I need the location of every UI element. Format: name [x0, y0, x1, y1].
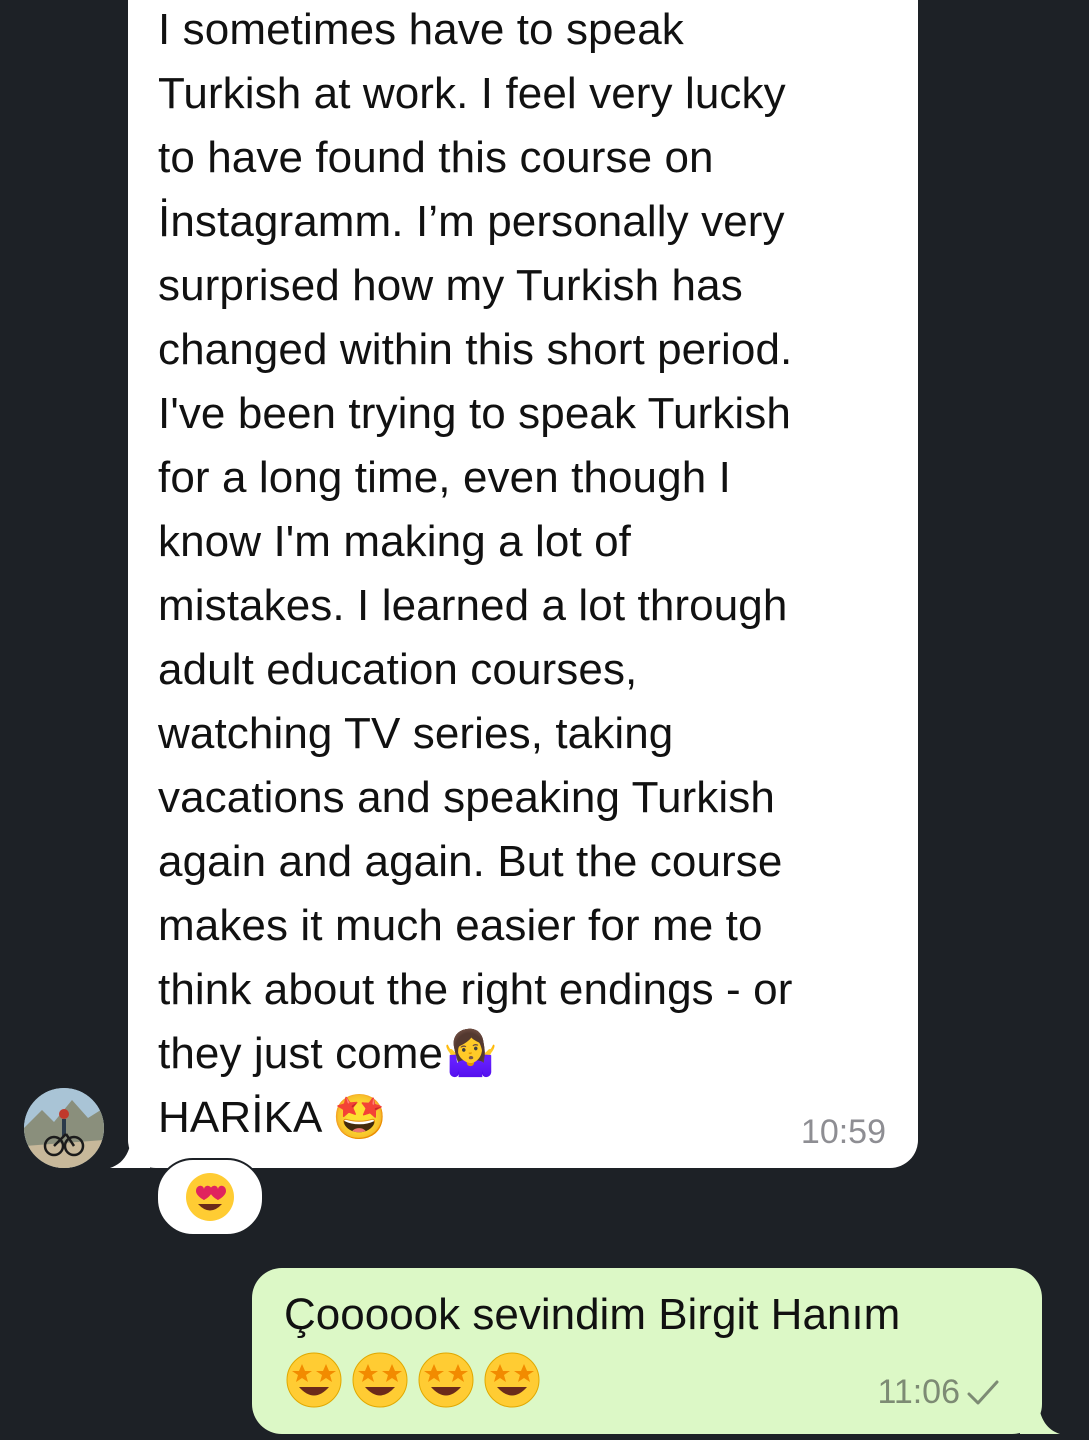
incoming-timestamp: 10:59 — [800, 1113, 886, 1151]
chat-area: I sometimes have to speak Turkish at wor… — [0, 0, 1089, 1440]
sent-check-icon — [966, 1378, 1000, 1408]
star-struck-emoji-icon — [484, 1352, 540, 1408]
bubble-tail-icon — [110, 1128, 150, 1168]
incoming-message-text: I sometimes have to speak Turkish at wor… — [158, 0, 903, 1150]
message-body: I sometimes have to speak Turkish at wor… — [158, 5, 793, 1078]
incoming-message-bubble[interactable]: I sometimes have to speak Turkish at wor… — [110, 0, 918, 1168]
star-struck-emoji-icon — [286, 1352, 342, 1408]
outgoing-message-bubble[interactable]: Çoooook sevindim Birgit Hanım 11:06 — [252, 1268, 1060, 1434]
outgoing-emoji-row — [284, 1350, 542, 1410]
sender-avatar[interactable] — [24, 1088, 104, 1168]
star-struck-emoji-icon — [352, 1352, 408, 1408]
heart-eyes-emoji-icon — [186, 1173, 234, 1221]
star-struck-emoji-icon: 🤩 — [332, 1092, 388, 1143]
outgoing-timestamp-group: 11:06 — [877, 1373, 1000, 1412]
outgoing-message-text: Çoooook sevindim Birgit Hanım — [284, 1290, 901, 1339]
message-reaction[interactable] — [156, 1158, 264, 1236]
outgoing-timestamp: 11:06 — [877, 1373, 960, 1411]
star-struck-emoji-icon — [418, 1352, 474, 1408]
shrug-emoji-icon: 🤷‍♀️ — [443, 1028, 498, 1079]
message-last-line: HARİKA — [158, 1093, 320, 1142]
bubble-tail-icon — [1020, 1394, 1060, 1434]
